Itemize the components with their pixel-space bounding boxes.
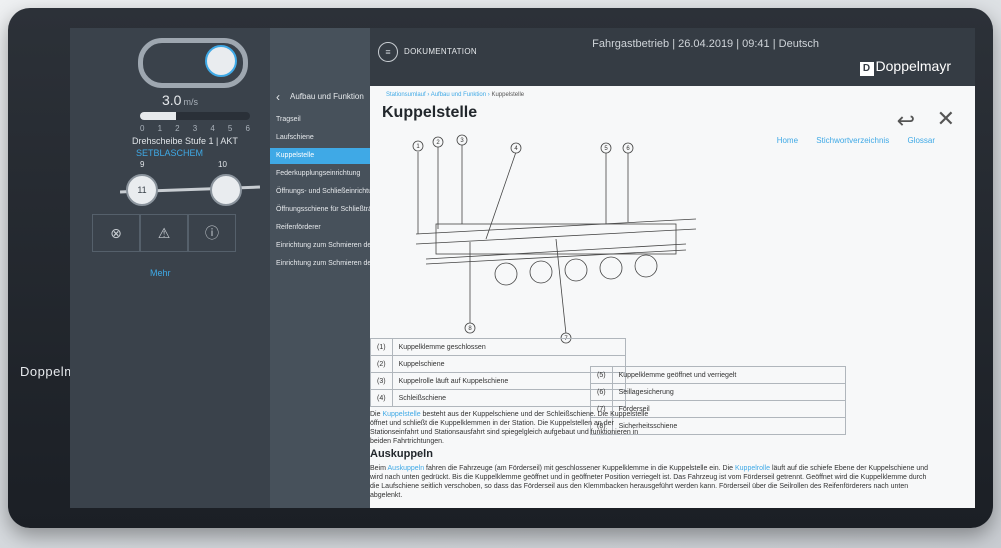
content-area: Stationsumlauf › Aufbau und Funktion › K… <box>370 86 975 508</box>
legend-number: (4) <box>370 389 393 407</box>
slider-left-label: 9 <box>140 160 145 169</box>
speed-tick: 3 <box>192 124 198 133</box>
legend-table-left: (1) Kuppelklemme geschlossen (2) Kuppelschi… <box>370 338 626 407</box>
legend-number: (6) <box>590 383 613 401</box>
paragraph-auskuppeln: Beim Auskuppeln fahren die Fahrzeuge (am… <box>370 464 930 500</box>
gauge-knob <box>205 45 237 77</box>
breadcrumb-current: Kuppelstelle <box>491 92 525 98</box>
speed-tick: 1 <box>157 124 163 133</box>
top-links: Home Stichwortverzeichnis Glossar <box>761 136 935 145</box>
speed-readout: 3.0 m/s <box>162 92 198 108</box>
header-info: Fahrgastbetrieb | 26.04.2019 | 09:41 | D… <box>592 38 819 50</box>
nav-item[interactable]: Reifenförderer <box>270 220 370 236</box>
screen: 3.0 m/s 0 1 2 3 4 5 6 Drehscheibe Stufe 1 | AKT… <box>70 28 975 508</box>
speed-ticks: 0 1 2 3 4 5 6 <box>140 124 250 133</box>
glossary-link[interactable]: Kuppelrolle <box>735 465 770 472</box>
breadcrumb: Stationsumlauf › Aufbau und Funktion › K… <box>386 92 525 98</box>
status-link[interactable]: SETBLASCHEM <box>136 148 203 158</box>
speed-tick: 2 <box>175 124 180 133</box>
nav-item[interactable]: Kuppelstelle <box>270 148 370 164</box>
speed-tick: 6 <box>245 124 250 133</box>
info-icon[interactable]: ⓘ <box>188 214 236 252</box>
speed-unit: m/s <box>183 97 198 107</box>
nav-item[interactable]: Laufschiene <box>270 130 370 146</box>
tablet-device: Doppelmayr 3.0 m/s 0 1 2 3 4 5 6 Drehscheibe St… <box>8 8 993 528</box>
close-circle-icon[interactable]: ⊗ <box>92 214 140 252</box>
speed-bar <box>140 112 250 120</box>
header-bar: ≡ DOKUMENTATION Fahrgastbetrieb | 26.04.… <box>370 28 975 86</box>
section-title: Auskuppeln <box>370 448 433 460</box>
nav-item[interactable]: Öffnungsschiene für Schließträger <box>270 202 370 218</box>
paragraph-intro: Die Kuppelstelle besteht aus der Kuppels… <box>370 410 650 446</box>
legend-row: (4) Schleißschiene <box>370 389 626 407</box>
nav-item[interactable]: Einrichtung zum Schmieren der Kuppelstel… <box>270 238 370 254</box>
chevron-left-icon[interactable]: ‹ <box>276 90 280 104</box>
brand-name: Doppelmayr <box>875 58 951 74</box>
legend-row: (3) Kuppelrolle läuft auf Kuppelschiene <box>370 372 626 390</box>
glossary-link[interactable]: Kuppelstelle <box>382 411 420 418</box>
link-home[interactable]: Home <box>777 136 798 145</box>
close-icon[interactable]: ✕ <box>937 106 955 132</box>
speed-value: 3.0 <box>162 92 182 108</box>
brand-mark-icon: D <box>859 62 874 76</box>
speed-tick: 5 <box>227 124 233 133</box>
nav-item[interactable]: Tragseil <box>270 112 370 128</box>
page-title: Kuppelstelle <box>382 104 478 121</box>
nav-item[interactable]: Öffnungs- und Schließeinrichtung d... <box>270 184 370 200</box>
legend-row: (6) Seillagesicherung <box>590 383 846 401</box>
legend-text: Kuppelklemme geschlossen <box>391 338 626 356</box>
cabin-gauge-icon <box>138 38 248 88</box>
legend-text: Kuppelklemme geöffnet und verriegelt <box>611 366 846 384</box>
para1-text: Die <box>370 411 383 418</box>
breadcrumb-item[interactable]: Aufbau und Funktion <box>431 92 486 98</box>
background: Doppelmayr 3.0 m/s 0 1 2 3 4 5 6 Drehscheibe St… <box>0 0 1001 548</box>
slider-left-handle[interactable]: 11 <box>126 174 158 206</box>
legend-text: Seillagesicherung <box>611 383 846 401</box>
slider-right-handle[interactable] <box>210 174 242 206</box>
legend-row: (2) Kuppelschiene <box>370 355 626 373</box>
legend-row: (1) Kuppelklemme geschlossen <box>370 338 626 356</box>
para2-text: Beim <box>370 465 388 472</box>
status-sidebar: 3.0 m/s 0 1 2 3 4 5 6 Drehscheibe Stufe 1 | AKT… <box>70 28 271 508</box>
brand-logo: D Doppelmayr <box>859 58 951 76</box>
more-link[interactable]: Mehr <box>150 268 171 278</box>
doc-title: DOKUMENTATION <box>404 47 477 56</box>
speed-bar-fill <box>140 112 177 120</box>
link-index[interactable]: Stichwortverzeichnis <box>816 136 889 145</box>
action-icon-row: ⊗ ⚠ ⓘ <box>92 214 236 252</box>
navigation-panel: ‹ Aufbau und Funktion Tragseil Laufschien… <box>270 28 370 508</box>
status-line: Drehscheibe Stufe 1 | AKT <box>132 136 238 146</box>
speed-tick: 0 <box>140 124 145 133</box>
link-glossary[interactable]: Glossar <box>907 136 935 145</box>
glossary-link[interactable]: Auskuppeln <box>388 465 425 472</box>
coupling-diagram: 1 2 3 4 5 6 7 8 <box>412 134 697 344</box>
speed-tick: 4 <box>210 124 215 133</box>
legend-number: (2) <box>370 355 393 373</box>
slider-right-label: 10 <box>218 160 227 169</box>
back-arrow-icon[interactable]: ↩ <box>897 108 915 134</box>
breadcrumb-item[interactable]: Stationsumlauf <box>386 92 426 98</box>
legend-number: (3) <box>370 372 393 390</box>
nav-item[interactable]: Einrichtung zum Schmieren der Stützrolle <box>270 256 370 272</box>
legend-number: (1) <box>370 338 393 356</box>
para2-text-mid: fahren die Fahrzeuge (am Förderseil) mit… <box>424 465 735 472</box>
nav-title: Aufbau und Funktion <box>290 92 364 101</box>
nav-item[interactable]: Federkupplungseinrichtung <box>270 166 370 182</box>
legend-row: (5) Kuppelklemme geöffnet und verriegelt <box>590 366 846 384</box>
document-icon: ≡ <box>378 42 398 62</box>
legend-number: (5) <box>590 366 613 384</box>
warning-icon[interactable]: ⚠ <box>140 214 188 252</box>
